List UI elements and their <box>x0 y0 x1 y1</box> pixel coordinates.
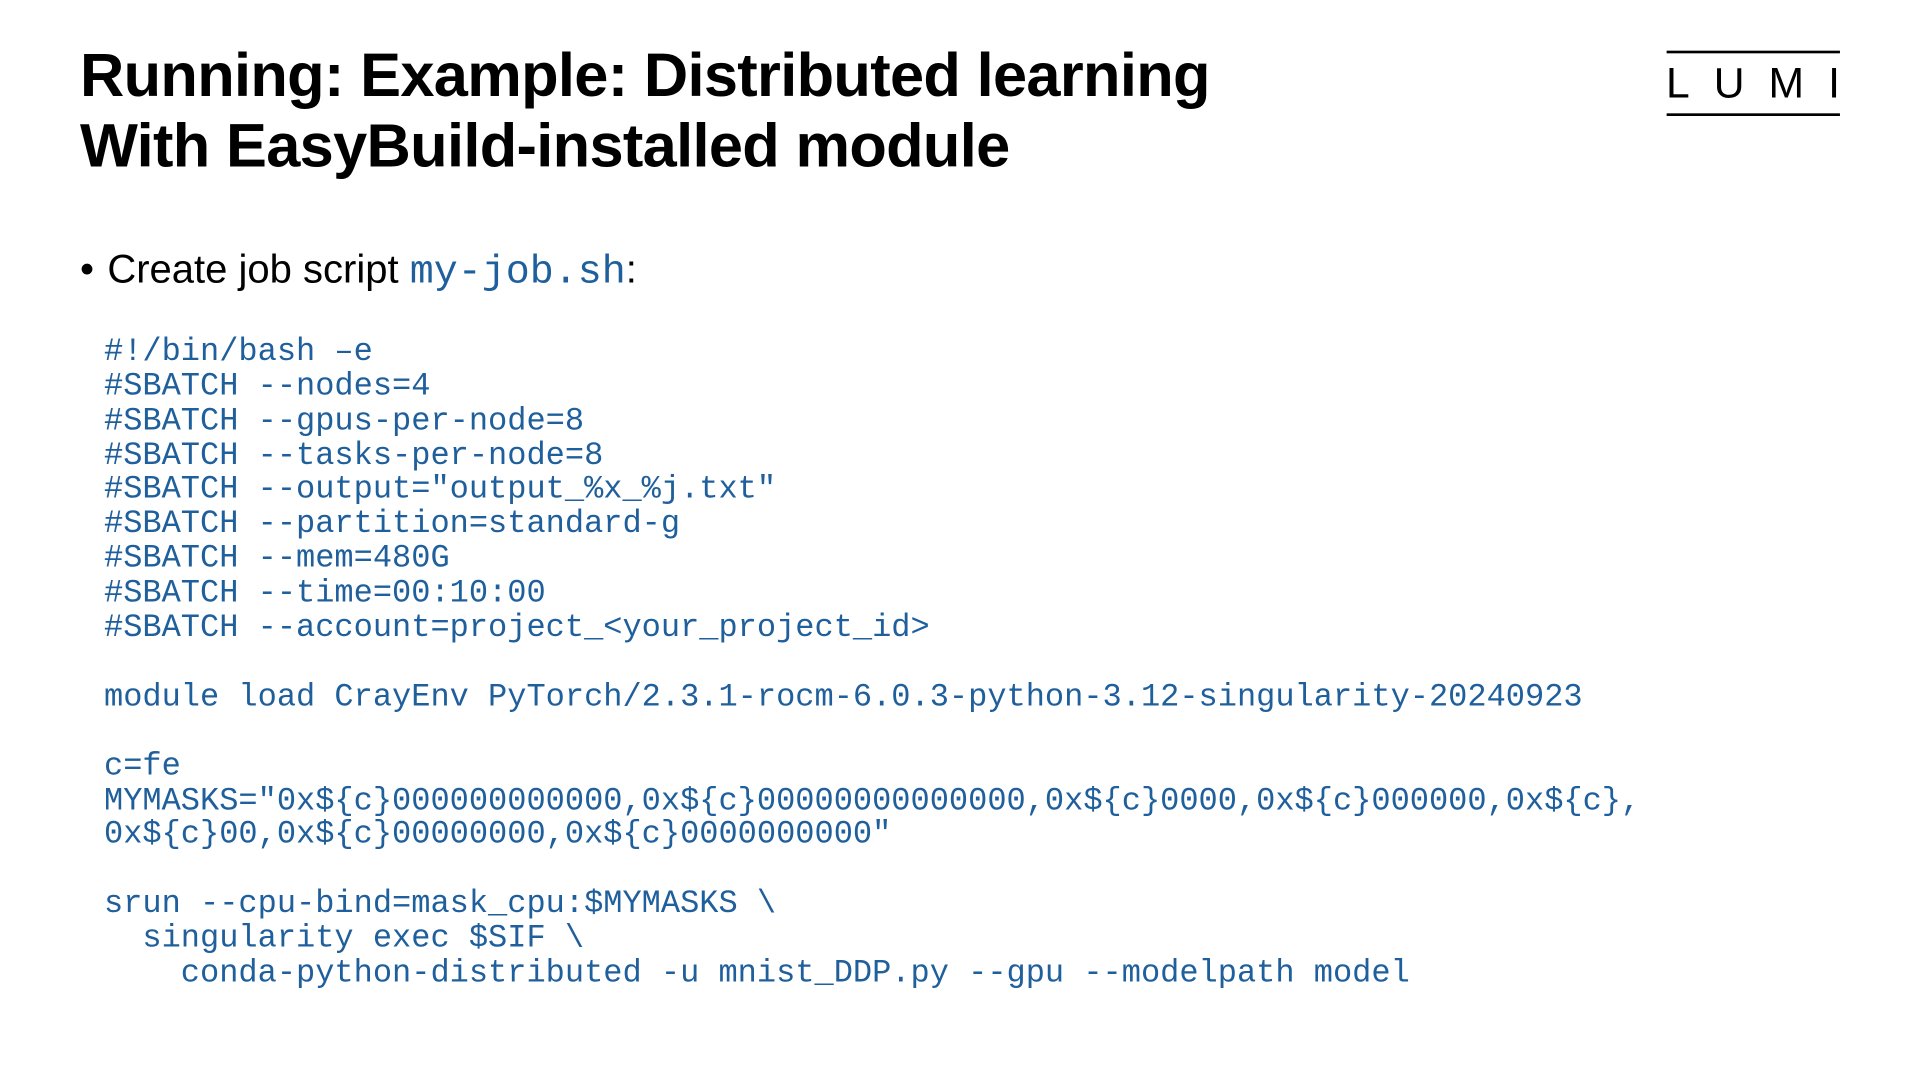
slide-title: Running: Example: Distributed learning W… <box>80 40 1666 181</box>
slide: Running: Example: Distributed learning W… <box>0 0 1920 1080</box>
bullet-filename: my-job.sh <box>410 250 626 295</box>
bullet-prefix: Create job script <box>107 248 409 292</box>
title-line-2: With EasyBuild-installed module <box>80 111 1010 180</box>
bullet-dot-icon: • <box>80 248 94 293</box>
content: • Create job script my-job.sh: #!/bin/ba… <box>80 248 1840 992</box>
header-row: Running: Example: Distributed learning W… <box>80 40 1840 181</box>
bullet-text: Create job script my-job.sh: <box>107 248 637 296</box>
lumi-logo: LUMI <box>1666 53 1864 113</box>
bullet-suffix: : <box>626 248 637 292</box>
bullet-item: • Create job script my-job.sh: <box>80 248 1840 296</box>
title-block: Running: Example: Distributed learning W… <box>80 40 1666 181</box>
code-block: #!/bin/bash –e #SBATCH --nodes=4 #SBATCH… <box>104 336 1840 992</box>
title-line-1: Running: Example: Distributed learning <box>80 40 1210 109</box>
